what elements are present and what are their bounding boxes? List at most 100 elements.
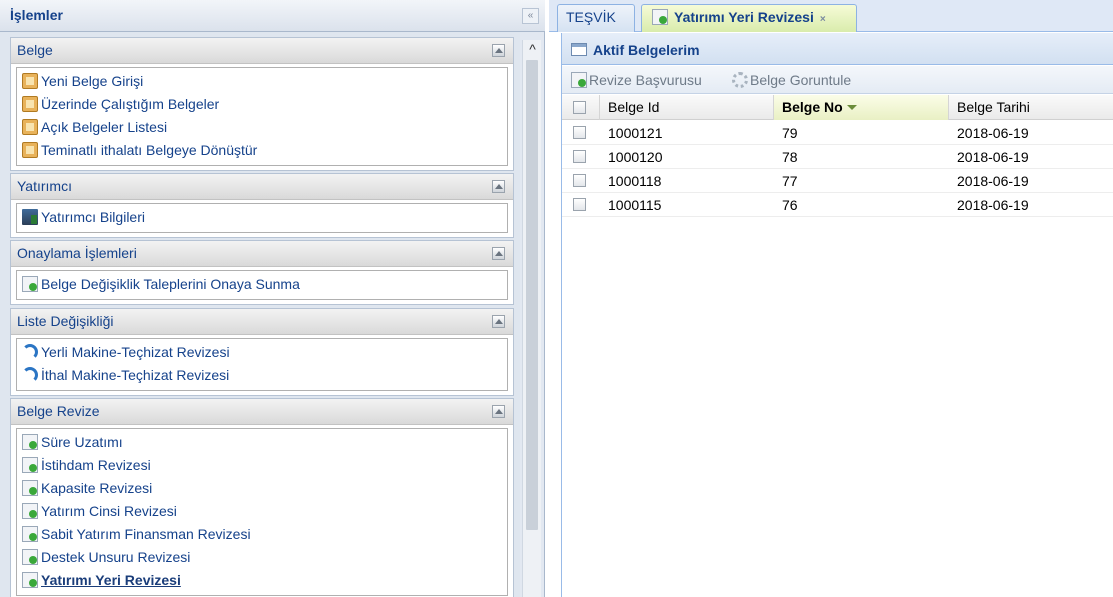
table-row[interactable]: 1000121 79 2018-06-19 xyxy=(562,121,1113,145)
page-add-icon xyxy=(22,434,38,450)
grid-body: 1000121 79 2018-06-19 1000120 78 2018-06… xyxy=(562,121,1113,217)
tab-label: TEŞVİK xyxy=(566,9,616,25)
table-row[interactable]: 1000120 78 2018-06-19 xyxy=(562,145,1113,169)
menu-item-label: Sabit Yatırım Finansman Revizesi xyxy=(41,526,251,542)
cell-belge-no: 78 xyxy=(782,149,798,165)
collapse-icon[interactable] xyxy=(492,315,505,328)
group-header[interactable]: Liste Değişikliği xyxy=(11,309,513,335)
menu-item-destek-unsuru[interactable]: Destek Unsuru Revizesi xyxy=(17,546,507,569)
sort-descending-icon xyxy=(846,105,857,110)
column-header-label: Belge No xyxy=(782,99,843,115)
table-row[interactable]: 1000118 77 2018-06-19 xyxy=(562,169,1113,193)
menu-item-label: Süre Uzatımı xyxy=(41,434,123,450)
tab-yatirimi-yeri-revizesi[interactable]: Yatırımı Yeri Revizesi × xyxy=(641,4,857,32)
menu-item-kapasite[interactable]: Kapasite Revizesi xyxy=(17,477,507,500)
column-header-belge-no[interactable]: Belge No xyxy=(774,95,949,120)
grid-toolbar: Revize Başvurusu Belge Goruntule xyxy=(562,66,1113,94)
column-header-belge-id[interactable]: Belge Id xyxy=(600,95,774,120)
cell-belge-tarihi: 2018-06-19 xyxy=(957,149,1029,165)
page-add-icon xyxy=(22,276,38,292)
grid-header: Belge Id Belge No Belge Tarihi xyxy=(562,95,1113,120)
accordion-area: Belge Yeni Belge Girişi Üzerinde Çalıştı… xyxy=(0,32,520,597)
group-header[interactable]: Belge Revize xyxy=(11,399,513,425)
menu-item-label: Kapasite Revizesi xyxy=(41,480,153,496)
menu-item-yatirim-cinsi[interactable]: Yatırım Cinsi Revizesi xyxy=(17,500,507,523)
select-all-checkbox[interactable] xyxy=(573,101,586,114)
cell-belge-id: 1000121 xyxy=(608,125,663,141)
collapse-icon[interactable] xyxy=(492,44,505,57)
group-title: Liste Değişikliği xyxy=(17,313,114,329)
menu-item-label: İthal Makine-Teçhizat Revizesi xyxy=(41,367,230,383)
page-add-icon xyxy=(22,457,38,473)
page-add-icon xyxy=(22,526,38,542)
group-header[interactable]: Yatırımcı xyxy=(11,174,513,200)
scroll-thumb[interactable] xyxy=(526,60,538,530)
operations-panel-title: İşlemler xyxy=(10,7,63,23)
menu-item-ithal-makine[interactable]: İthal Makine-Teçhizat Revizesi xyxy=(17,364,507,387)
cell-belge-id: 1000118 xyxy=(608,173,662,189)
page-add-icon xyxy=(22,503,38,519)
belge-goruntule-button[interactable]: Belge Goruntule xyxy=(732,72,851,88)
tab-tesvik[interactable]: TEŞVİK xyxy=(557,4,635,32)
operations-panel-header: İşlemler « xyxy=(0,0,545,32)
page-add-icon xyxy=(22,480,38,496)
document-icon xyxy=(22,96,38,112)
group-body: Belge Değişiklik Taleplerini Onaya Sunma xyxy=(16,270,508,300)
row-checkbox[interactable] xyxy=(573,126,586,139)
collapse-icon[interactable] xyxy=(492,180,505,193)
menu-item-sabit-yatirim[interactable]: Sabit Yatırım Finansman Revizesi xyxy=(17,523,507,546)
menu-item-label: Açık Belgeler Listesi xyxy=(41,119,168,135)
menu-item-calistigim-belgeler[interactable]: Üzerinde Çalıştığım Belgeler xyxy=(17,93,507,116)
collapse-panel-button[interactable]: « xyxy=(522,8,539,24)
document-icon xyxy=(22,73,38,89)
page-add-icon xyxy=(22,572,38,588)
tab-label: Yatırımı Yeri Revizesi xyxy=(674,9,814,25)
column-header-belge-tarihi[interactable]: Belge Tarihi xyxy=(949,95,1113,120)
group-header[interactable]: Belge xyxy=(11,38,513,64)
row-checkbox[interactable] xyxy=(573,150,586,163)
group-title: Onaylama İşlemleri xyxy=(17,245,137,261)
group-title: Yatırımcı xyxy=(17,178,72,194)
grid-panel: Aktif Belgelerim Revize Başvurusu Belge … xyxy=(561,33,1113,597)
page-add-icon xyxy=(22,549,38,565)
cell-belge-id: 1000120 xyxy=(608,149,663,165)
menu-item-istihdam[interactable]: İstihdam Revizesi xyxy=(17,454,507,477)
menu-item-yatirimi-yeri[interactable]: Yatırımı Yeri Revizesi xyxy=(17,569,507,592)
row-checkbox[interactable] xyxy=(573,198,586,211)
button-label: Revize Başvurusu xyxy=(589,72,702,88)
building-icon xyxy=(22,209,38,225)
grid-icon xyxy=(571,43,587,56)
menu-item-teminatli-ithalat[interactable]: Teminatlı ithalatı Belgeye Dönüştür xyxy=(17,139,507,162)
menu-item-sure-uzatimi[interactable]: Süre Uzatımı xyxy=(17,431,507,454)
cell-belge-tarihi: 2018-06-19 xyxy=(957,173,1029,189)
menu-item-yeni-belge[interactable]: Yeni Belge Girişi xyxy=(17,70,507,93)
menu-item-acik-belgeler[interactable]: Açık Belgeler Listesi xyxy=(17,116,507,139)
collapse-icon[interactable] xyxy=(492,405,505,418)
grid-title: Aktif Belgelerim xyxy=(593,42,700,58)
button-label: Belge Goruntule xyxy=(750,72,852,88)
group-title: Belge Revize xyxy=(17,403,100,419)
group-body: Yatırımcı Bilgileri xyxy=(16,203,508,233)
panel-scrollbar[interactable]: ^ xyxy=(522,40,541,597)
collapse-icon[interactable] xyxy=(492,247,505,260)
cell-belge-tarihi: 2018-06-19 xyxy=(957,125,1029,141)
cell-belge-id: 1000115 xyxy=(608,197,662,213)
group-liste-degisikligi: Liste Değişikliği Yerli Makine-Teçhizat … xyxy=(10,308,514,396)
scroll-up-icon[interactable]: ^ xyxy=(523,40,542,58)
refresh-arrow-icon xyxy=(22,344,38,360)
workspace: TEŞVİK Yatırımı Yeri Revizesi × Aktif Bel… xyxy=(549,0,1113,597)
row-checkbox[interactable] xyxy=(573,174,586,187)
table-row[interactable]: 1000115 76 2018-06-19 xyxy=(562,193,1113,217)
refresh-arrow-icon xyxy=(22,367,38,383)
gear-icon xyxy=(732,72,748,88)
revize-basvurusu-button[interactable]: Revize Başvurusu xyxy=(571,72,702,88)
menu-item-yatirimci-bilgileri[interactable]: Yatırımcı Bilgileri xyxy=(17,206,507,229)
menu-item-onaya-sunma[interactable]: Belge Değişiklik Taleplerini Onaya Sunma xyxy=(17,273,507,296)
group-title: Belge xyxy=(17,42,53,58)
menu-item-label: Yatırım Cinsi Revizesi xyxy=(41,503,177,519)
menu-item-yerli-makine[interactable]: Yerli Makine-Teçhizat Revizesi xyxy=(17,341,507,364)
select-all-cell xyxy=(562,95,600,120)
group-header[interactable]: Onaylama İşlemleri xyxy=(11,241,513,267)
page-add-icon xyxy=(652,9,668,25)
close-icon[interactable]: × xyxy=(820,14,826,25)
